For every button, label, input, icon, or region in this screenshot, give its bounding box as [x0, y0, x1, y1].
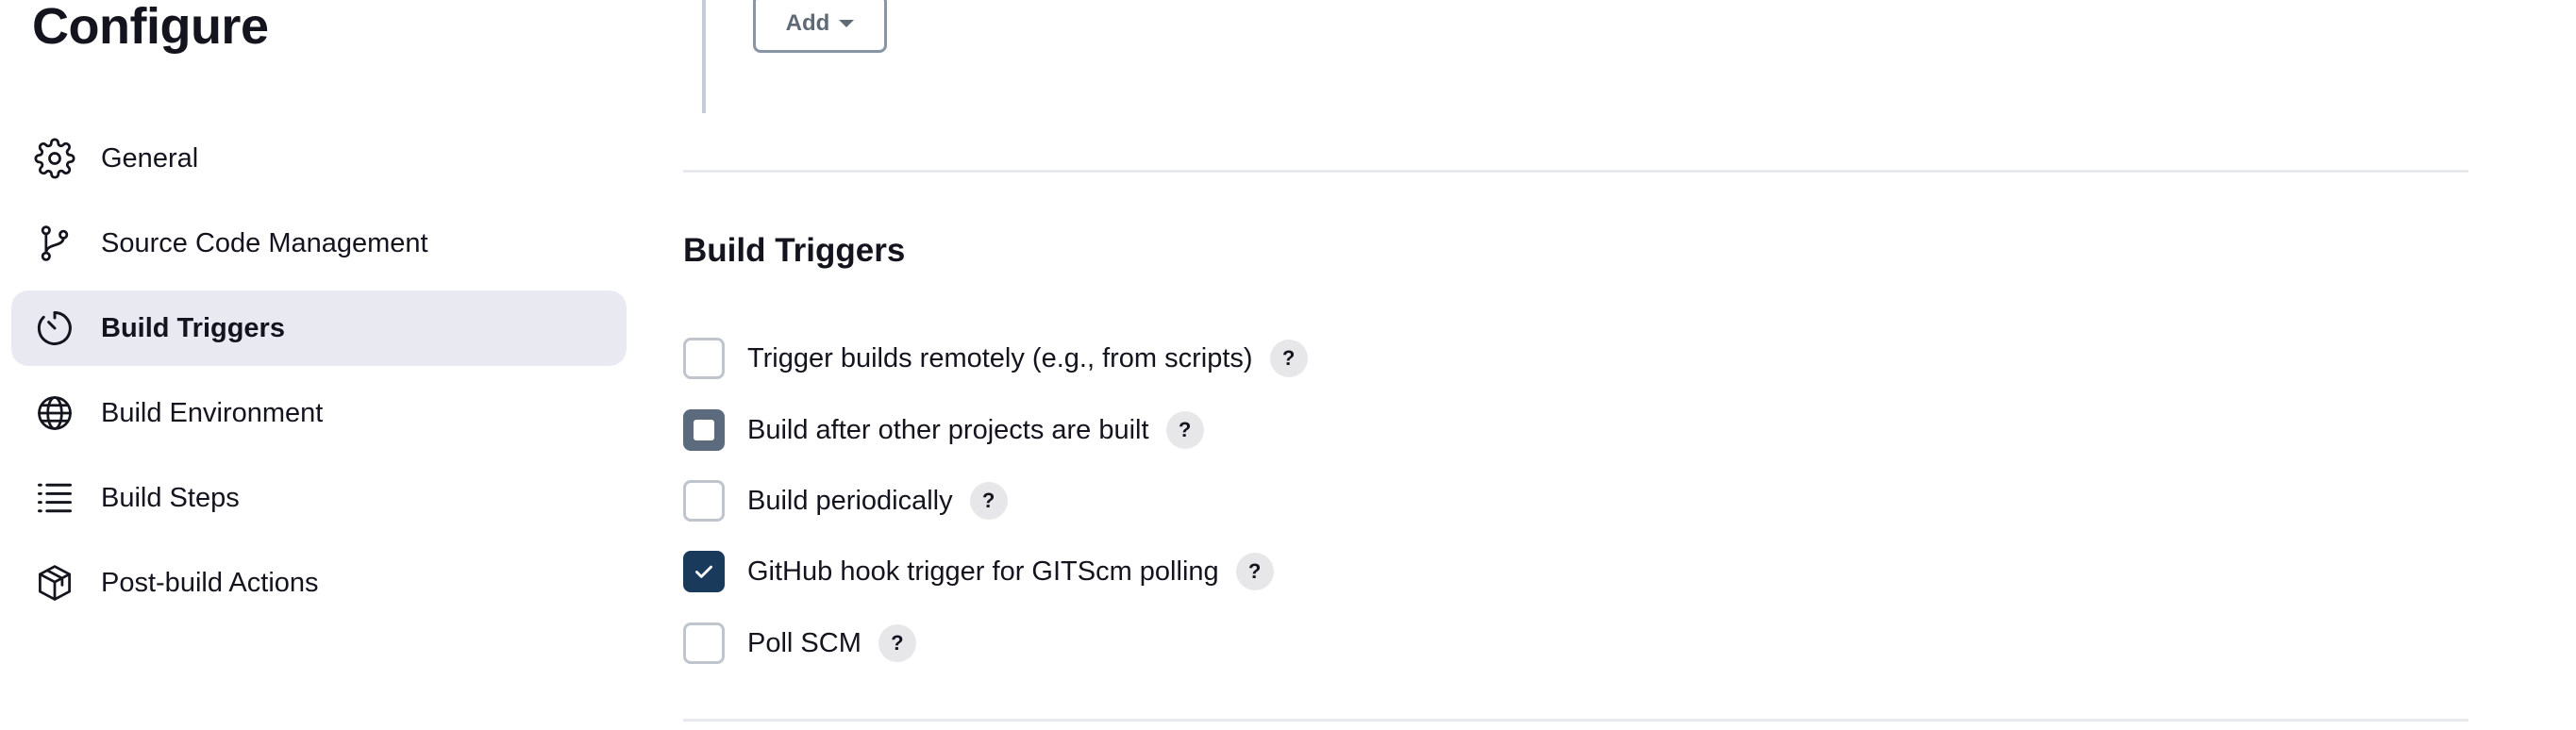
help-icon[interactable]: ? — [1165, 411, 1204, 449]
trigger-row-periodically: Build periodically ? — [683, 478, 1008, 523]
help-icon[interactable]: ? — [1235, 553, 1274, 590]
sidebar-item-general[interactable]: General — [11, 121, 627, 196]
trigger-row-after-other-projects: Build after other projects are built ? — [683, 407, 1204, 453]
trigger-label[interactable]: GitHub hook trigger for GITScm polling — [747, 556, 1219, 588]
sidebar-item-label: General — [101, 143, 199, 174]
add-button-label: Add — [785, 10, 830, 36]
package-icon — [34, 562, 75, 604]
trigger-row-poll-scm: Poll SCM ? — [683, 621, 916, 666]
sidebar-item-label: Build Triggers — [101, 313, 285, 343]
trigger-row-github-hook: GitHub hook trigger for GITScm polling ? — [683, 549, 1274, 594]
sidebar-item-label: Build Environment — [101, 398, 324, 428]
sidebar-item-post-build-actions[interactable]: Post-build Actions — [11, 545, 627, 621]
help-icon[interactable]: ? — [878, 624, 916, 662]
checkbox[interactable] — [683, 480, 725, 522]
timer-icon — [34, 307, 75, 349]
gear-icon — [34, 138, 75, 179]
sidebar: General Source Code Management Build Tri… — [11, 121, 627, 630]
checkbox[interactable] — [683, 409, 725, 451]
section-divider — [683, 719, 2468, 722]
trigger-label[interactable]: Build after other projects are built — [747, 415, 1149, 446]
section-indent-line — [702, 0, 706, 113]
sidebar-item-build-steps[interactable]: Build Steps — [11, 460, 627, 536]
checkbox[interactable] — [683, 622, 725, 664]
list-icon — [34, 477, 75, 519]
git-branch-icon — [34, 223, 75, 264]
chevron-down-icon — [839, 20, 855, 27]
sidebar-item-label: Build Steps — [101, 483, 240, 513]
trigger-label[interactable]: Build periodically — [747, 486, 953, 517]
section-title: Build Triggers — [683, 232, 906, 269]
globe-icon — [34, 392, 75, 434]
trigger-label[interactable]: Trigger builds remotely (e.g., from scri… — [747, 343, 1253, 374]
check-icon — [695, 565, 712, 578]
section-divider — [683, 170, 2468, 173]
help-icon[interactable]: ? — [969, 482, 1008, 520]
sidebar-item-label: Post-build Actions — [101, 568, 319, 598]
sidebar-item-build-environment[interactable]: Build Environment — [11, 375, 627, 451]
checkbox[interactable] — [683, 551, 725, 592]
add-button[interactable]: Add — [753, 0, 887, 53]
sidebar-item-source-code-management[interactable]: Source Code Management — [11, 206, 627, 281]
help-icon[interactable]: ? — [1269, 340, 1308, 377]
sidebar-item-label: Source Code Management — [101, 228, 428, 258]
trigger-label[interactable]: Poll SCM — [747, 628, 861, 659]
checkbox[interactable] — [683, 338, 725, 379]
trigger-row-remote: Trigger builds remotely (e.g., from scri… — [683, 336, 1308, 381]
sidebar-item-build-triggers[interactable]: Build Triggers — [11, 290, 627, 366]
page-title: Configure — [32, 0, 269, 55]
